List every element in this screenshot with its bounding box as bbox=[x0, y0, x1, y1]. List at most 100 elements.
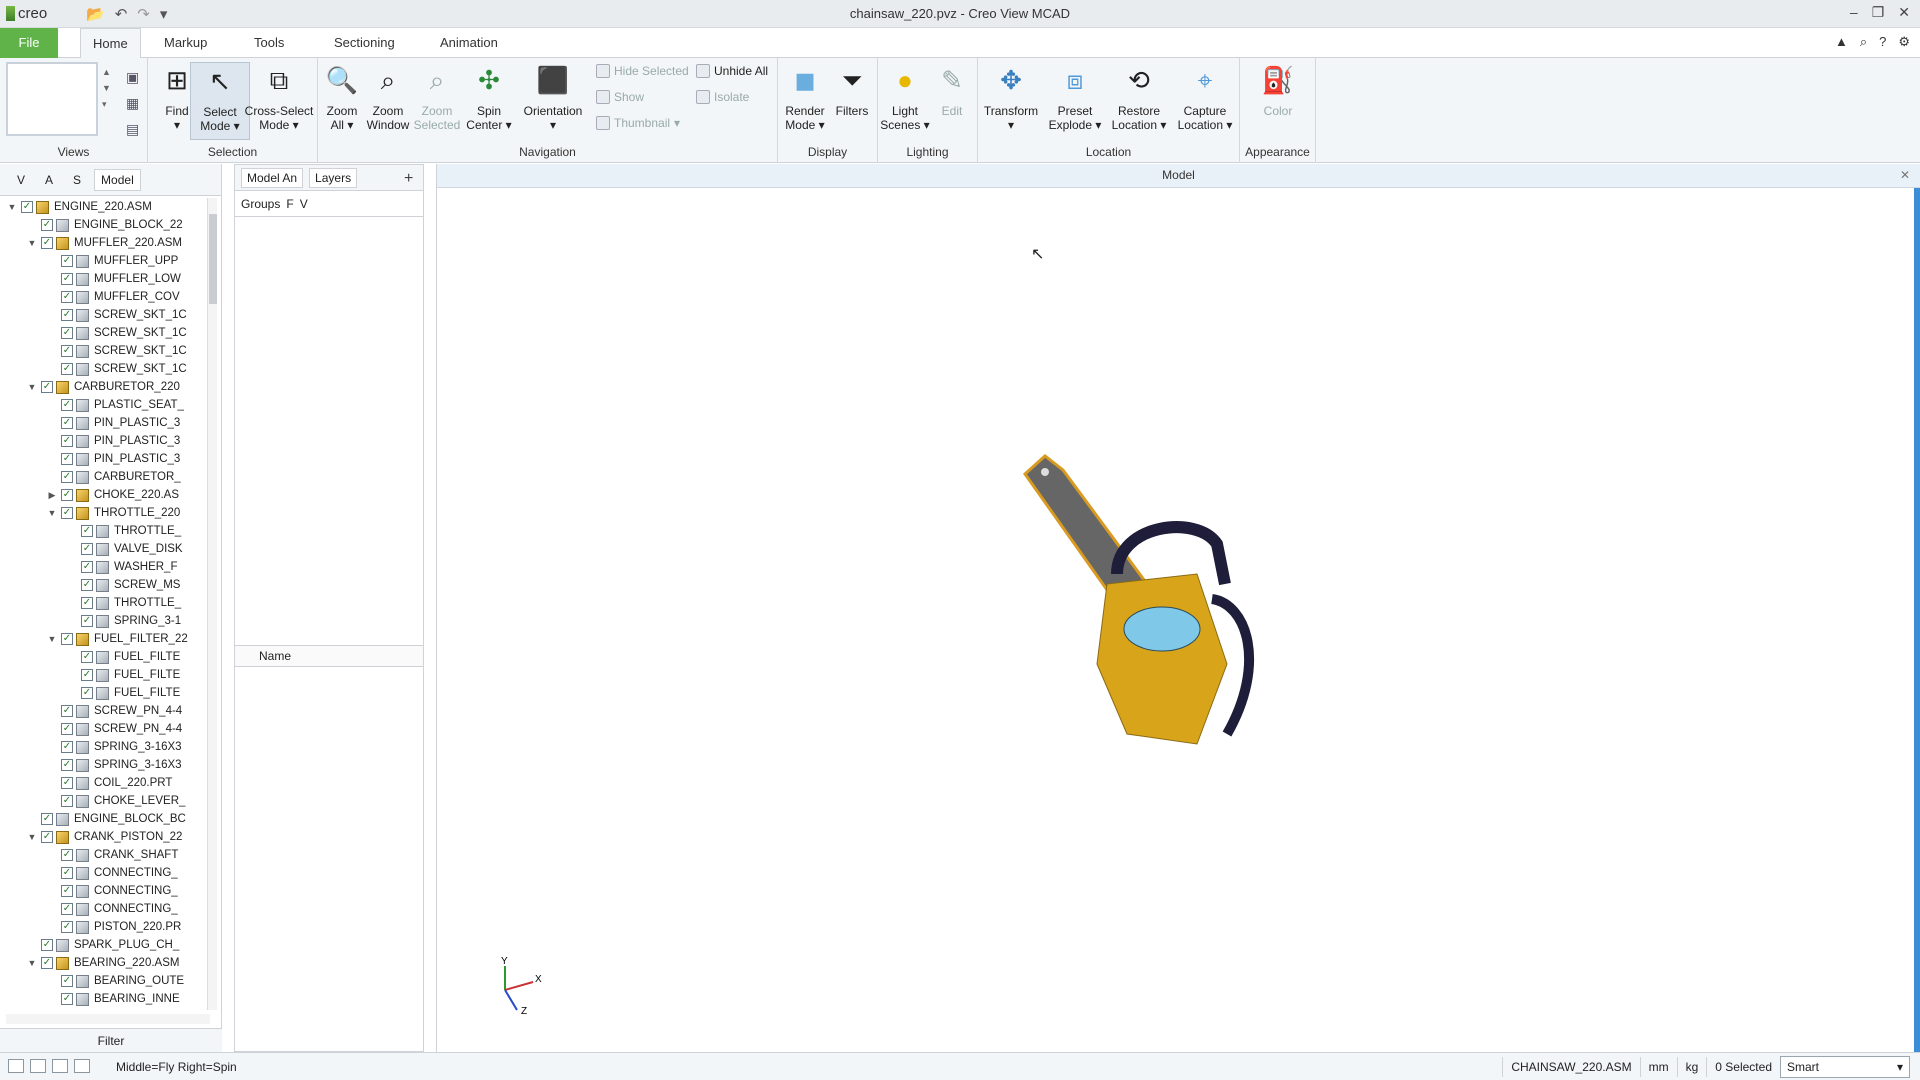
expand-toggle-icon[interactable]: ▼ bbox=[46, 634, 58, 644]
mass-unit[interactable]: kg bbox=[1676, 1057, 1707, 1077]
orientation-button[interactable]: ⬛ Orientation ▾ bbox=[518, 62, 588, 132]
expand-toggle-icon[interactable]: ▼ bbox=[6, 202, 18, 212]
visibility-checkbox[interactable]: ✓ bbox=[61, 453, 73, 465]
tab-home[interactable]: Home bbox=[80, 28, 141, 58]
tab-animation[interactable]: Animation bbox=[428, 28, 510, 58]
visibility-checkbox[interactable]: ✓ bbox=[61, 255, 73, 267]
expand-toggle-icon[interactable]: ▼ bbox=[26, 382, 38, 392]
visibility-checkbox[interactable]: ✓ bbox=[61, 309, 73, 321]
tree-row[interactable]: ▼ ✓ THROTTLE_220 bbox=[6, 504, 216, 522]
visibility-checkbox[interactable]: ✓ bbox=[81, 651, 93, 663]
visibility-checkbox[interactable]: ✓ bbox=[61, 777, 73, 789]
expand-toggle-icon[interactable]: ▼ bbox=[26, 958, 38, 968]
visibility-checkbox[interactable]: ✓ bbox=[61, 741, 73, 753]
tree-row[interactable]: ✓ SCREW_SKT_1C bbox=[6, 306, 216, 324]
select-mode-button[interactable]: ↖ Select Mode ▾ bbox=[190, 62, 250, 140]
visibility-checkbox[interactable]: ✓ bbox=[61, 399, 73, 411]
tab-layers[interactable]: Layers bbox=[309, 167, 358, 188]
tree-row[interactable]: ✓ PIN_PLASTIC_3 bbox=[6, 450, 216, 468]
visibility-checkbox[interactable]: ✓ bbox=[61, 363, 73, 375]
visibility-checkbox[interactable]: ✓ bbox=[61, 993, 73, 1005]
tree-row[interactable]: ▶ ✓ CHOKE_220.AS bbox=[6, 486, 216, 504]
tree-row[interactable]: ✓ CARBURETOR_ bbox=[6, 468, 216, 486]
tree-row[interactable]: ✓ SPARK_PLUG_CH_ bbox=[6, 936, 216, 954]
capture-location-button[interactable]: ⌖ Capture Location ▾ bbox=[1174, 62, 1236, 132]
tree-row[interactable]: ✓ SCREW_MS bbox=[6, 576, 216, 594]
active-model[interactable]: CHAINSAW_220.ASM bbox=[1502, 1057, 1639, 1077]
expand-toggle-icon[interactable]: ▼ bbox=[46, 508, 58, 518]
tree-row[interactable]: ✓ SCREW_PN_4-4 bbox=[6, 702, 216, 720]
visibility-checkbox[interactable]: ✓ bbox=[41, 831, 53, 843]
tree-row[interactable]: ✓ CHOKE_LEVER_ bbox=[6, 792, 216, 810]
visibility-checkbox[interactable]: ✓ bbox=[81, 687, 93, 699]
tab-markup[interactable]: Markup bbox=[152, 28, 219, 58]
tree-row[interactable]: ✓ PIN_PLASTIC_3 bbox=[6, 432, 216, 450]
visibility-checkbox[interactable]: ✓ bbox=[81, 561, 93, 573]
subtab-v[interactable]: V bbox=[300, 197, 308, 211]
show-button[interactable]: Show bbox=[596, 90, 644, 104]
expand-toggle-icon[interactable]: ▼ bbox=[26, 832, 38, 842]
chainsaw-model[interactable] bbox=[997, 434, 1317, 774]
tree-row[interactable]: ✓ BEARING_OUTE bbox=[6, 972, 216, 990]
restore-location-button[interactable]: ⟲ Restore Location ▾ bbox=[1108, 62, 1170, 132]
tree-row[interactable]: ▼ ✓ FUEL_FILTER_22 bbox=[6, 630, 216, 648]
visibility-checkbox[interactable]: ✓ bbox=[81, 543, 93, 555]
tree-row[interactable]: ✓ WASHER_F bbox=[6, 558, 216, 576]
filters-button[interactable]: ⏷ Filters bbox=[830, 62, 874, 118]
visibility-checkbox[interactable]: ✓ bbox=[61, 489, 73, 501]
model-viewport[interactable]: Model ✕ ↖ Y X Z bbox=[436, 164, 1920, 1052]
zoom-window-button[interactable]: ⌕ Zoom Window bbox=[364, 62, 412, 132]
visibility-checkbox[interactable]: ✓ bbox=[41, 237, 53, 249]
render-mode-button[interactable]: ◼ Render Mode ▾ bbox=[782, 62, 828, 132]
settings-icon[interactable]: ⚙ bbox=[1898, 34, 1910, 50]
zoom-selected-button[interactable]: ⌕ Zoom Selected bbox=[412, 62, 462, 132]
tab-annotations[interactable]: A bbox=[38, 169, 60, 191]
unhide-all-button[interactable]: Unhide All bbox=[696, 64, 768, 78]
visibility-checkbox[interactable]: ✓ bbox=[61, 867, 73, 879]
tab-tools[interactable]: Tools bbox=[242, 28, 296, 58]
tree-row[interactable]: ✓ SCREW_SKT_1C bbox=[6, 360, 216, 378]
tree-horizontal-scrollbar[interactable] bbox=[6, 1014, 210, 1024]
visibility-checkbox[interactable]: ✓ bbox=[61, 273, 73, 285]
views-scroll[interactable]: ▲ ▼ ▾ bbox=[102, 64, 111, 112]
add-tab-icon[interactable]: + bbox=[404, 170, 413, 188]
subtab-groups[interactable]: Groups bbox=[241, 197, 280, 211]
thumbnail-button[interactable]: Thumbnail ▾ bbox=[596, 116, 680, 130]
tree-row[interactable]: ✓ MUFFLER_COV bbox=[6, 288, 216, 306]
tab-sectioning[interactable]: Sectioning bbox=[322, 28, 407, 58]
name-column-header[interactable]: Name bbox=[235, 645, 423, 667]
search-icon[interactable]: ⌕ bbox=[1860, 34, 1867, 50]
tree-row[interactable]: ✓ MUFFLER_UPP bbox=[6, 252, 216, 270]
tree-row[interactable]: ✓ COIL_220.PRT bbox=[6, 774, 216, 792]
visibility-checkbox[interactable]: ✓ bbox=[61, 921, 73, 933]
restore-icon[interactable]: ❐ bbox=[1872, 4, 1885, 21]
visibility-checkbox[interactable]: ✓ bbox=[61, 975, 73, 987]
spin-center-button[interactable]: ✣ Spin Center ▾ bbox=[464, 62, 514, 132]
message-icon[interactable] bbox=[74, 1059, 90, 1073]
selection-filter-dropdown[interactable]: Smart ▾ bbox=[1780, 1056, 1910, 1078]
visibility-checkbox[interactable]: ✓ bbox=[61, 795, 73, 807]
filter-bar[interactable]: Filter bbox=[0, 1028, 222, 1052]
tree-row[interactable]: ✓ PISTON_220.PR bbox=[6, 918, 216, 936]
visibility-checkbox[interactable]: ✓ bbox=[61, 327, 73, 339]
layout-stack-icon[interactable] bbox=[52, 1059, 68, 1073]
tree-row[interactable]: ✓ THROTTLE_ bbox=[6, 594, 216, 612]
tree-row[interactable]: ✓ CONNECTING_ bbox=[6, 882, 216, 900]
tree-row[interactable]: ✓ SCREW_SKT_1C bbox=[6, 324, 216, 342]
tree-row[interactable]: ✓ PIN_PLASTIC_3 bbox=[6, 414, 216, 432]
edit-lighting-button[interactable]: ✎ Edit bbox=[930, 62, 974, 118]
visibility-checkbox[interactable]: ✓ bbox=[61, 633, 73, 645]
tree-row[interactable]: ✓ BEARING_INNE bbox=[6, 990, 216, 1008]
tree-row[interactable]: ✓ MUFFLER_LOW bbox=[6, 270, 216, 288]
scroll-thumb[interactable] bbox=[209, 214, 217, 304]
tree-row[interactable]: ✓ CRANK_SHAFT bbox=[6, 846, 216, 864]
visibility-checkbox[interactable]: ✓ bbox=[41, 939, 53, 951]
visibility-checkbox[interactable]: ✓ bbox=[61, 507, 73, 519]
visibility-checkbox[interactable]: ✓ bbox=[41, 813, 53, 825]
visibility-checkbox[interactable]: ✓ bbox=[61, 291, 73, 303]
tree-row[interactable]: ✓ SCREW_SKT_1C bbox=[6, 342, 216, 360]
zoom-all-button[interactable]: 🔍 Zoom All ▾ bbox=[320, 62, 364, 132]
hide-selected-button[interactable]: Hide Selected bbox=[596, 64, 689, 78]
views-tools[interactable]: ▣ ▦ ▤ bbox=[126, 64, 139, 142]
tree-row[interactable]: ▼ ✓ MUFFLER_220.ASM bbox=[6, 234, 216, 252]
